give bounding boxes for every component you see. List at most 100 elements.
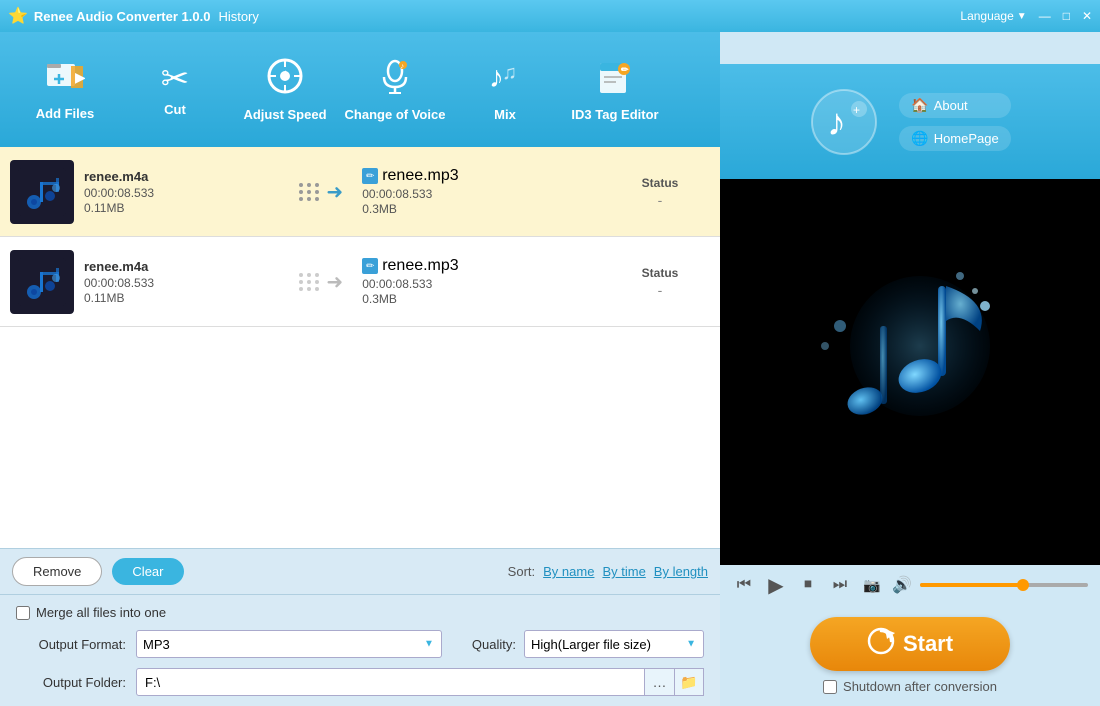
start-icon [867, 627, 895, 661]
language-dropdown-arrow: ▼ [1017, 11, 1027, 22]
bottom-bar: Remove Clear Sort: By name By time By le… [0, 548, 720, 594]
file-thumbnail [10, 160, 74, 224]
toolbar: ▶ Add Files ✂ Cut Adjust Speed ♪ Change … [0, 32, 720, 147]
maximize-button[interactable]: □ [1063, 9, 1070, 23]
merge-row: Merge all files into one [16, 605, 704, 620]
output-file-name-row: ✏ renee.mp3 [362, 167, 600, 185]
sort-by-time[interactable]: By time [602, 564, 645, 579]
clear-button[interactable]: Clear [112, 558, 183, 585]
svg-text:♪: ♪ [401, 63, 405, 70]
format-select[interactable]: MP3 AAC WAV FLAC OGG WMA [136, 630, 442, 658]
file-list: renee.m4a 00:00:08.533 0.11MB [0, 147, 720, 548]
cut-icon: ✂ [161, 62, 190, 96]
browse-button[interactable]: … [644, 668, 674, 696]
input-file-duration: 00:00:08.533 [84, 276, 282, 290]
quality-label: Quality: [472, 637, 516, 652]
edit-icon[interactable]: ✏ [362, 258, 378, 274]
start-button[interactable]: Start [810, 617, 1010, 671]
play-button[interactable]: ▶ [764, 573, 788, 597]
output-file-name-row: ✏ renee.mp3 [362, 257, 600, 275]
stop-button[interactable]: ⏹ [796, 573, 820, 597]
input-file-duration: 00:00:08.533 [84, 186, 282, 200]
toolbar-label-cut: Cut [164, 102, 186, 117]
toolbar-item-id3-tag-editor[interactable]: ✏ ID3 Tag Editor [560, 40, 670, 140]
quality-select-wrapper: High(Larger file size) Medium Low ▼ [524, 630, 704, 658]
merge-label: Merge all files into one [36, 605, 166, 620]
toolbar-label-change-of-voice: Change of Voice [345, 107, 446, 122]
start-label: Start [903, 631, 953, 657]
about-button[interactable]: 🏠 About [899, 93, 1010, 118]
output-file-info: ✏ renee.mp3 00:00:08.533 0.3MB [362, 257, 600, 306]
sort-by-name[interactable]: By name [543, 564, 594, 579]
header-right: Language ▼ — □ ✕ [720, 0, 1100, 32]
add-files-icon: ▶ [45, 58, 85, 100]
input-file-info: renee.m4a 00:00:08.533 0.11MB [84, 169, 282, 215]
svg-text:✏: ✏ [621, 65, 629, 75]
output-file-size: 0.3MB [362, 292, 600, 306]
merge-checkbox[interactable] [16, 606, 30, 620]
volume-icon: 🔊 [892, 575, 912, 595]
output-file-name: renee.mp3 [382, 257, 459, 275]
toolbar-label-id3-tag-editor: ID3 Tag Editor [571, 107, 658, 122]
input-file-name: renee.m4a [84, 259, 282, 274]
minimize-button[interactable]: — [1039, 9, 1051, 23]
input-file-size: 0.11MB [84, 201, 282, 215]
adjust-speed-icon [266, 57, 304, 101]
status-label: Status [610, 266, 710, 280]
skip-forward-button[interactable]: ⏭ [828, 573, 852, 597]
snapshot-button[interactable]: 📷 [860, 573, 884, 597]
output-file-size: 0.3MB [362, 202, 600, 216]
volume-thumb [1017, 579, 1029, 591]
status-area: Status - [610, 266, 710, 298]
open-folder-button[interactable]: 📁 [674, 668, 704, 696]
brand-area: ♪ + 🏠 About 🌐 HomePage [720, 64, 1100, 179]
status-value: - [610, 192, 710, 208]
output-folder-label: Output Folder: [16, 675, 126, 690]
status-label: Status [610, 176, 710, 190]
language-button[interactable]: Language ▼ [960, 9, 1026, 23]
app-logo-icon: ⭐ [8, 6, 28, 26]
output-file-duration: 00:00:08.533 [362, 187, 600, 201]
input-file-size: 0.11MB [84, 291, 282, 305]
history-label: History [218, 9, 258, 24]
folder-input-wrapper: … 📁 [136, 668, 704, 696]
svg-text:♪: ♪ [827, 102, 846, 144]
change-of-voice-icon: ♪ [376, 57, 414, 101]
homepage-button[interactable]: 🌐 HomePage [899, 126, 1010, 151]
toolbar-item-mix[interactable]: ♪♫ Mix [450, 40, 560, 140]
toolbar-item-adjust-speed[interactable]: Adjust Speed [230, 40, 340, 140]
table-row[interactable]: renee.m4a 00:00:08.533 0.11MB [0, 147, 720, 237]
svg-text:▶: ▶ [75, 69, 85, 85]
volume-slider[interactable] [920, 583, 1088, 587]
svg-text:+: + [853, 103, 860, 117]
svg-text:♫: ♫ [502, 62, 517, 84]
format-row: Output Format: MP3 AAC WAV FLAC OGG WMA … [16, 630, 704, 658]
folder-input[interactable] [136, 668, 704, 696]
close-button[interactable]: ✕ [1082, 9, 1092, 23]
media-preview [720, 147, 1100, 565]
left-panel: renee.m4a 00:00:08.533 0.11MB [0, 147, 720, 706]
brand-logo: ♪ + [809, 87, 879, 157]
about-label: About [934, 98, 968, 113]
status-value: - [610, 282, 710, 298]
output-format-label: Output Format: [16, 637, 126, 652]
mix-icon: ♪♫ [486, 57, 524, 101]
toolbar-item-change-of-voice[interactable]: ♪ Change of Voice [340, 40, 450, 140]
right-panel: ⏮ ▶ ⏹ ⏭ 📷 🔊 Start [720, 147, 1100, 706]
language-label: Language [960, 9, 1013, 23]
format-select-wrapper: MP3 AAC WAV FLAC OGG WMA ▼ [136, 630, 442, 658]
sort-by-length[interactable]: By length [654, 564, 708, 579]
toolbar-item-add-files[interactable]: ▶ Add Files [10, 40, 120, 140]
quality-select[interactable]: High(Larger file size) Medium Low [524, 630, 704, 658]
shutdown-checkbox[interactable] [823, 680, 837, 694]
quality-group: Quality: High(Larger file size) Medium L… [472, 630, 704, 658]
table-row[interactable]: renee.m4a 00:00:08.533 0.11MB [0, 237, 720, 327]
remove-button[interactable]: Remove [12, 557, 102, 586]
toolbar-item-cut[interactable]: ✂ Cut [120, 40, 230, 140]
folder-buttons: … 📁 [644, 668, 704, 696]
folder-row: Output Folder: … 📁 [16, 668, 704, 696]
skip-back-button[interactable]: ⏮ [732, 573, 756, 597]
edit-icon[interactable]: ✏ [362, 168, 378, 184]
output-file-info: ✏ renee.mp3 00:00:08.533 0.3MB [362, 167, 600, 216]
input-file-info: renee.m4a 00:00:08.533 0.11MB [84, 259, 282, 305]
